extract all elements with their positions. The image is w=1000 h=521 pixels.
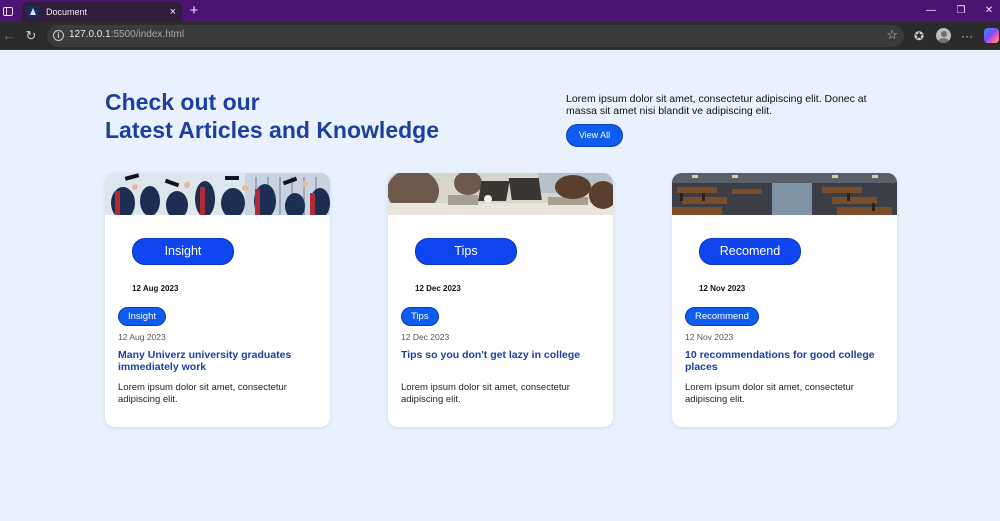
url-field[interactable]: i 127.0.0.1:5500/index.html ☆ (47, 25, 904, 47)
tab-title: Document (46, 7, 88, 17)
avatar[interactable] (936, 28, 951, 43)
category-badge[interactable]: Recommend (685, 307, 759, 326)
favicon-icon (27, 6, 39, 18)
url-path: :5500/index.html (110, 29, 185, 40)
card-text: Lorem ipsum dolor sit amet, consectetur … (685, 382, 854, 405)
view-all-button[interactable]: View All (566, 124, 623, 147)
category-badge[interactable]: Tips (401, 307, 439, 326)
collections-icon[interactable]: ✪ (910, 27, 928, 45)
card-title[interactable]: 10 recommendations for good college plac… (685, 349, 885, 373)
new-tab-button[interactable]: + (186, 2, 202, 20)
page-content: Check out our Latest Articles and Knowle… (0, 51, 1000, 521)
more-icon[interactable]: ··· (958, 27, 976, 45)
card-date: 12 Nov 2023 (685, 332, 734, 342)
card-date-large: 12 Dec 2023 (415, 284, 461, 293)
page-title: Check out our Latest Articles and Knowle… (105, 88, 439, 144)
info-icon[interactable]: i (53, 30, 64, 41)
copilot-icon[interactable] (984, 28, 999, 43)
back-icon[interactable]: ← (0, 27, 18, 45)
window-close-icon[interactable]: ✕ (978, 2, 1000, 20)
page-title-line1: Check out our (105, 89, 260, 115)
category-pill[interactable]: Tips (415, 238, 517, 265)
card-date-large: 12 Nov 2023 (699, 284, 746, 293)
star-icon[interactable]: ☆ (886, 27, 898, 43)
url-text[interactable]: 127.0.0.1:5500/index.html (69, 29, 184, 40)
article-card[interactable]: Tips 12 Dec 2023 Tips 12 Dec 2023 Tips s… (388, 173, 613, 427)
category-badge[interactable]: Insight (118, 307, 166, 326)
card-date: 12 Dec 2023 (401, 332, 450, 342)
students-laptops-photo (388, 173, 613, 215)
card-text: Lorem ipsum dolor sit amet, consectetur … (401, 382, 570, 405)
card-title[interactable]: Tips so you don't get lazy in college (401, 349, 601, 361)
maximize-icon[interactable]: ❐ (950, 2, 972, 20)
category-pill[interactable]: Recomend (699, 238, 801, 265)
library-photo (672, 173, 897, 215)
graduation-photo (105, 173, 330, 215)
article-card[interactable]: Recomend 12 Nov 2023 Recommend 12 Nov 20… (672, 173, 897, 427)
refresh-icon[interactable]: ↻ (22, 27, 40, 45)
category-pill[interactable]: Insight (132, 238, 234, 265)
browser-tab[interactable]: Document × (22, 2, 182, 22)
url-host: 127.0.0.1 (69, 29, 111, 40)
card-text: Lorem ipsum dolor sit amet, consectetur … (118, 382, 287, 405)
page-title-line2: Latest Articles and Knowledge (105, 117, 439, 143)
sidebar-toggle-icon[interactable] (0, 2, 16, 20)
card-date: 12 Aug 2023 (118, 332, 166, 342)
minimize-icon[interactable]: — (920, 2, 942, 20)
intro-text: Lorem ipsum dolor sit amet, consectetur … (566, 93, 867, 117)
card-date-large: 12 Aug 2023 (132, 284, 179, 293)
article-card[interactable]: Insight 12 Aug 2023 Insight 12 Aug 2023 … (105, 173, 330, 427)
tab-bar: Document × + — ❐ ✕ (0, 0, 1000, 22)
tab-close-icon[interactable]: × (170, 6, 176, 18)
address-bar: ← ↻ i 127.0.0.1:5500/index.html ☆ ✪ ··· (0, 22, 1000, 50)
card-title[interactable]: Many Univerz university graduates immedi… (118, 349, 318, 373)
